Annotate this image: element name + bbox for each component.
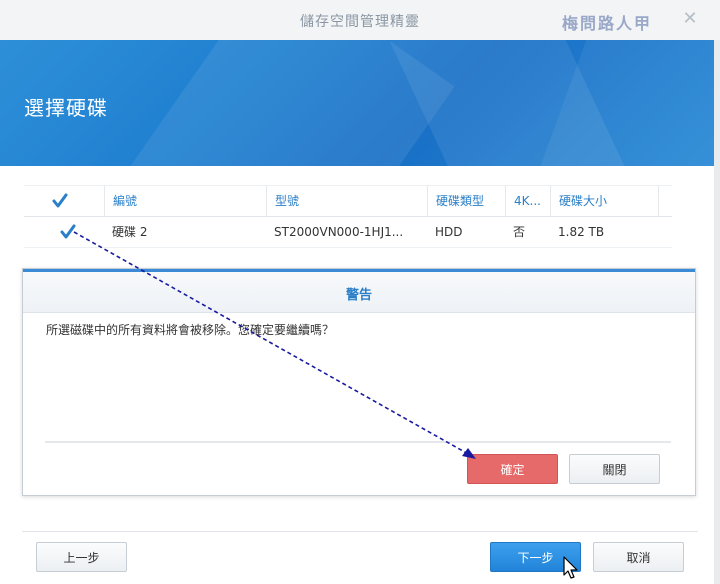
mouse-cursor-icon — [563, 556, 578, 579]
wizard-window: 儲存空間管理精靈 梅問路人甲 ✕ 選擇硬碟 編號 型號 硬碟類型 4K... 硬… — [0, 0, 720, 584]
annotation-arrow — [73, 231, 476, 459]
